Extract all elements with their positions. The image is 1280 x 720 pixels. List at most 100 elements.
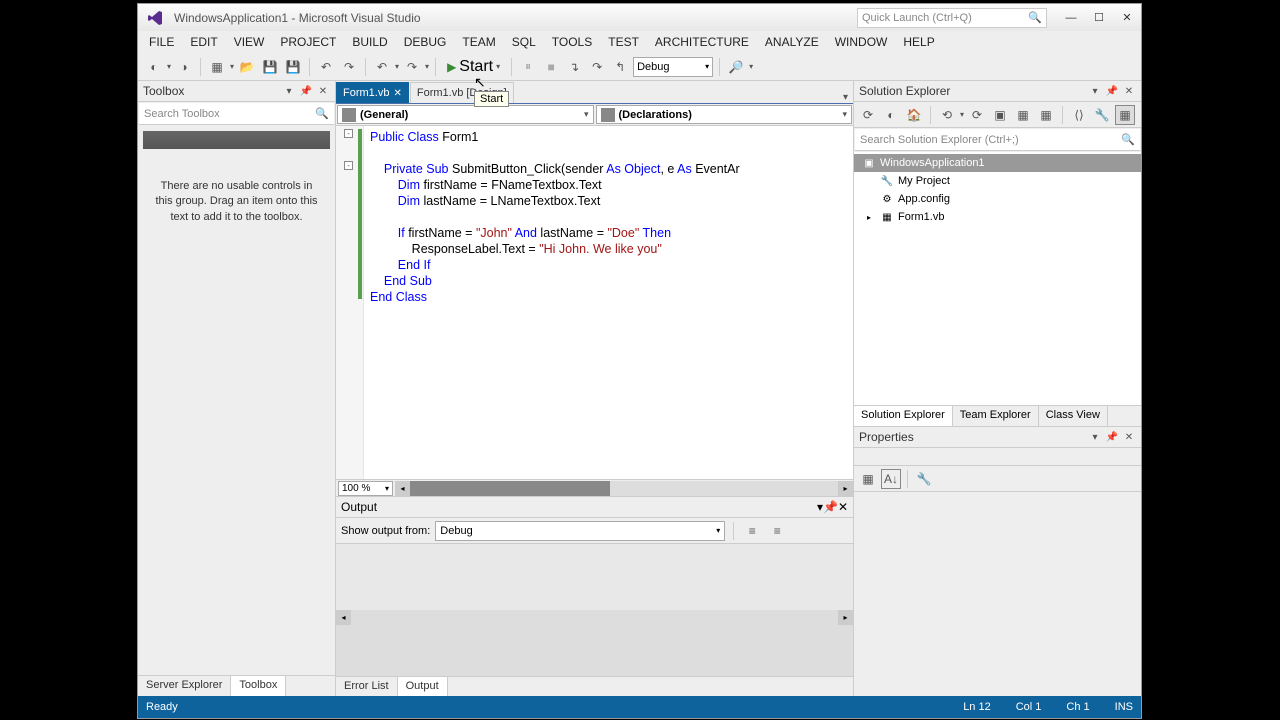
undo-button[interactable]: ↶ — [372, 57, 392, 77]
se-refresh-button[interactable]: ⟳ — [967, 105, 987, 125]
props-categorized-button[interactable]: ▦ — [858, 469, 878, 489]
new-project-button[interactable]: ▦ — [207, 57, 227, 77]
tab-team-explorer[interactable]: Team Explorer — [953, 406, 1039, 426]
dropdown-icon[interactable]: ▾ — [282, 84, 296, 98]
step-into-button[interactable]: ↴ — [564, 57, 584, 77]
toolbox-group-header[interactable] — [143, 131, 330, 149]
step-over-button[interactable]: ↷ — [587, 57, 607, 77]
output-clear-button[interactable]: ≡ — [742, 521, 762, 541]
se-sync-button[interactable]: ⟲ — [937, 105, 957, 125]
tab-server-explorer[interactable]: Server Explorer — [138, 676, 231, 696]
pin-icon[interactable]: 📌 — [1105, 430, 1119, 444]
code-editor[interactable]: - - Public Class Form1 Private Sub Submi… — [336, 126, 853, 479]
pause-button[interactable]: ⏸ — [518, 57, 538, 77]
props-alpha-button[interactable]: A↓ — [881, 469, 901, 489]
fold-icon[interactable]: - — [344, 129, 353, 138]
properties-object-combo[interactable] — [854, 448, 1141, 466]
fold-icon[interactable]: - — [344, 161, 353, 170]
scope-combo-left[interactable]: (General)▾ — [337, 105, 594, 124]
zoom-dropdown[interactable]: 100 %▾ — [338, 481, 393, 496]
menu-window[interactable]: WINDOW — [827, 33, 896, 51]
tab-overflow-icon[interactable]: ▾ — [838, 92, 853, 103]
menu-file[interactable]: FILE — [141, 33, 182, 51]
expand-icon[interactable]: ▸ — [862, 210, 876, 224]
output-source-dropdown[interactable]: Debug▾ — [435, 521, 725, 541]
output-body[interactable] — [336, 544, 853, 610]
menu-architecture[interactable]: ARCHITECTURE — [647, 33, 757, 51]
menu-project[interactable]: PROJECT — [272, 33, 344, 51]
close-icon[interactable]: ✕ — [838, 500, 848, 514]
solution-tree[interactable]: ▣WindowsApplication1 🔧My Project ⚙App.co… — [854, 152, 1141, 405]
tab-form1-vb[interactable]: Form1.vb ✕ — [336, 82, 409, 103]
tree-item-myproject[interactable]: 🔧My Project — [854, 172, 1141, 190]
menu-tools[interactable]: TOOLS — [544, 33, 600, 51]
tab-output[interactable]: Output — [398, 677, 448, 696]
menu-edit[interactable]: EDIT — [182, 33, 225, 51]
tab-solution-explorer[interactable]: Solution Explorer — [854, 406, 953, 426]
save-all-button[interactable]: 💾 — [283, 57, 303, 77]
main-toolbar: ◐ ▾ ◑ ▦ ▾ 📂 💾 💾 ↶ ↷ ↶ ▾ ↷ ▾ ▶ Start ▾ ⏸ … — [138, 53, 1141, 81]
output-wrap-button[interactable]: ≡ — [767, 521, 787, 541]
properties-grid[interactable] — [854, 492, 1141, 696]
pin-icon[interactable]: 📌 — [299, 84, 313, 98]
menu-view[interactable]: VIEW — [226, 33, 273, 51]
props-pages-button[interactable]: 🔧 — [914, 469, 934, 489]
se-properties-button[interactable]: 🔧 — [1092, 105, 1112, 125]
stop-button[interactable]: ■ — [541, 57, 561, 77]
config-dropdown[interactable]: Debug▾ — [633, 57, 713, 77]
se-forward-button[interactable]: 🏠 — [904, 105, 924, 125]
tab-label: Form1.vb — [343, 87, 389, 99]
forward-button[interactable]: ◑ — [174, 57, 194, 77]
menu-team[interactable]: TEAM — [454, 33, 503, 51]
tree-item-form1[interactable]: ▸▦Form1.vb — [854, 208, 1141, 226]
menu-build[interactable]: BUILD — [344, 33, 395, 51]
output-scrollbar[interactable]: ◂▸ — [336, 610, 853, 676]
open-button[interactable]: 📂 — [237, 57, 257, 77]
close-button[interactable]: ✕ — [1113, 8, 1141, 28]
back-button[interactable]: ◐ — [144, 57, 164, 77]
horizontal-scrollbar[interactable]: ◂▸ — [395, 481, 853, 496]
search-icon: 🔍 — [315, 107, 329, 120]
tab-error-list[interactable]: Error List — [336, 677, 398, 696]
status-line: Ln 12 — [963, 701, 991, 713]
toolbox-search-input[interactable]: Search Toolbox 🔍 — [139, 103, 334, 125]
change-marker — [358, 129, 362, 299]
se-preview-button[interactable]: ▦ — [1036, 105, 1056, 125]
redo-button[interactable]: ↷ — [402, 57, 422, 77]
se-code-button[interactable]: ⟨⟩ — [1069, 105, 1089, 125]
se-view-button[interactable]: ▦ — [1115, 105, 1135, 125]
menu-analyze[interactable]: ANALYZE — [757, 33, 827, 51]
dropdown-icon[interactable]: ▾ — [1088, 84, 1102, 98]
close-icon[interactable]: ✕ — [1122, 84, 1136, 98]
menu-sql[interactable]: SQL — [504, 33, 544, 51]
close-icon[interactable]: ✕ — [1122, 430, 1136, 444]
maximize-button[interactable]: ☐ — [1085, 8, 1113, 28]
menu-debug[interactable]: DEBUG — [396, 33, 455, 51]
scope-combo-right[interactable]: (Declarations)▾ — [596, 105, 853, 124]
save-button[interactable]: 💾 — [260, 57, 280, 77]
pin-icon[interactable]: 📌 — [823, 500, 838, 514]
tab-toolbox[interactable]: Toolbox — [231, 676, 286, 696]
se-home-button[interactable]: ⟳ — [858, 105, 878, 125]
se-back-button[interactable]: ◐ — [881, 105, 901, 125]
solution-search-input[interactable]: Search Solution Explorer (Ctrl+;) 🔍 — [855, 129, 1140, 151]
tree-item-appconfig[interactable]: ⚙App.config — [854, 190, 1141, 208]
se-collapse-button[interactable]: ▣ — [990, 105, 1010, 125]
pin-icon[interactable]: 📌 — [1105, 84, 1119, 98]
tab-close-icon[interactable]: ✕ — [393, 88, 401, 99]
declarations-icon — [601, 108, 615, 122]
minimize-button[interactable]: — — [1057, 8, 1085, 28]
find-button[interactable]: 🔎 — [726, 57, 746, 77]
menu-help[interactable]: HELP — [895, 33, 942, 51]
quick-launch-input[interactable]: Quick Launch (Ctrl+Q)🔍 — [857, 8, 1047, 28]
nav-back-button[interactable]: ↶ — [316, 57, 336, 77]
dropdown-icon[interactable]: ▾ — [1088, 430, 1102, 444]
tree-item-project[interactable]: ▣WindowsApplication1 — [854, 154, 1141, 172]
menu-test[interactable]: TEST — [600, 33, 647, 51]
step-out-button[interactable]: ↰ — [610, 57, 630, 77]
nav-fwd-button[interactable]: ↷ — [339, 57, 359, 77]
se-showall-button[interactable]: ▦ — [1013, 105, 1033, 125]
solution-explorer-toolbar: ⟳ ◐ 🏠 ⟲ ▾ ⟳ ▣ ▦ ▦ ⟨⟩ 🔧 ▦ — [854, 102, 1141, 128]
tab-class-view[interactable]: Class View — [1039, 406, 1108, 426]
close-icon[interactable]: ✕ — [316, 84, 330, 98]
